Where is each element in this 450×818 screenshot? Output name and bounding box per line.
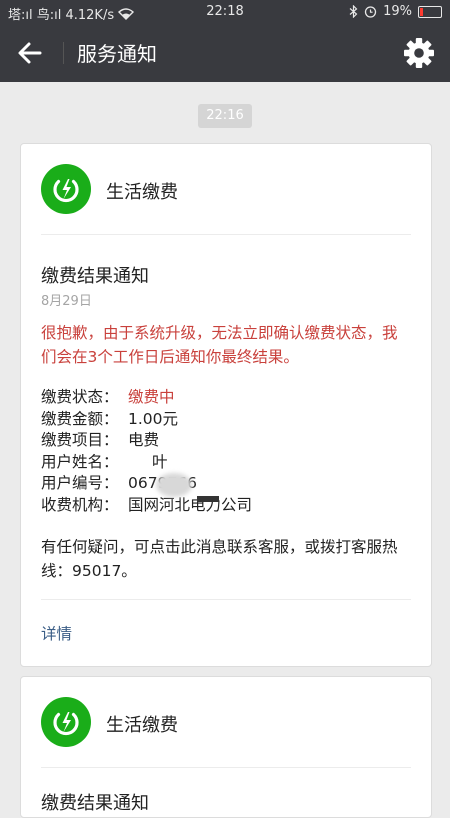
status-bar: 塔:ıl 鸟:ıl 4.12K/s 22:18 19% <box>0 0 450 24</box>
arrow-left-icon[interactable] <box>14 38 46 68</box>
divider <box>41 599 411 600</box>
field-value-name: 叶 <box>152 452 168 471</box>
redaction-mark <box>197 496 219 502</box>
help-note: 有任何疑问，可点击此消息联系客服，或拨打客服热线：95017。 <box>41 538 398 580</box>
message-title: 缴费结果通知 <box>41 793 149 814</box>
divider <box>41 767 411 768</box>
field-row-name: 用户姓名： 叶 <box>41 452 252 474</box>
field-label: 用户编号： <box>41 474 119 492</box>
field-value-item: 电费 <box>128 431 160 449</box>
payment-fields: 缴费状态： 缴费中 缴费金额： 1.00元 缴费项目： 电费 用户姓名： 叶 用户编号：… <box>41 387 252 516</box>
battery-percent: 19% <box>383 4 412 19</box>
gear-icon[interactable] <box>402 36 436 70</box>
page-title: 服务通知 <box>77 42 157 66</box>
field-label: 缴费金额： <box>41 409 119 428</box>
service-logo-icon <box>41 164 91 214</box>
field-value-org: 国网河北电力公司 <box>128 495 253 514</box>
warning-text: 很抱歉，由于系统升级，无法立即确认缴费状态，我们会在3个工作日后通知你最终结果。 <box>41 324 398 366</box>
field-row-status: 缴费状态： 缴费中 <box>41 387 252 409</box>
field-label: 缴费项目： <box>41 431 119 449</box>
navbar: 服务通知 <box>0 24 450 82</box>
notification-card[interactable]: 生活缴费 缴费结果通知 8月29日 很抱歉，由于系统升级，无法立即确认缴费状态，… <box>20 143 432 667</box>
field-value-amount: 1.00元 <box>128 409 179 428</box>
message-title: 缴费结果通知 <box>41 266 149 287</box>
field-row-item: 缴费项目： 电费 <box>41 430 252 452</box>
message-timestamp: 22:16 <box>198 104 252 128</box>
service-name: 生活缴费 <box>106 182 178 203</box>
field-row-amount: 缴费金额： 1.00元 <box>41 409 252 431</box>
message-date: 8月29日 <box>41 294 92 309</box>
service-name: 生活缴费 <box>106 715 178 736</box>
field-value-status: 缴费中 <box>128 388 175 406</box>
field-row-id: 用户编号：0679766 <box>41 473 252 495</box>
bluetooth-icon <box>349 5 358 18</box>
battery-icon <box>418 5 442 18</box>
divider <box>41 234 411 235</box>
redaction-blur <box>156 473 192 497</box>
status-bar-right: 19% <box>349 4 442 19</box>
detail-link[interactable]: 详情 <box>41 622 72 644</box>
field-label: 缴费状态： <box>41 388 119 406</box>
service-logo-icon <box>41 697 91 747</box>
field-label: 收费机构： <box>41 495 119 514</box>
notification-card[interactable]: 生活缴费 缴费结果通知 <box>20 676 432 818</box>
nav-divider <box>63 42 64 64</box>
field-row-org: 收费机构： 国网河北电力公司 <box>41 495 252 517</box>
alarm-icon <box>364 6 377 18</box>
field-label: 用户姓名： <box>41 452 119 471</box>
